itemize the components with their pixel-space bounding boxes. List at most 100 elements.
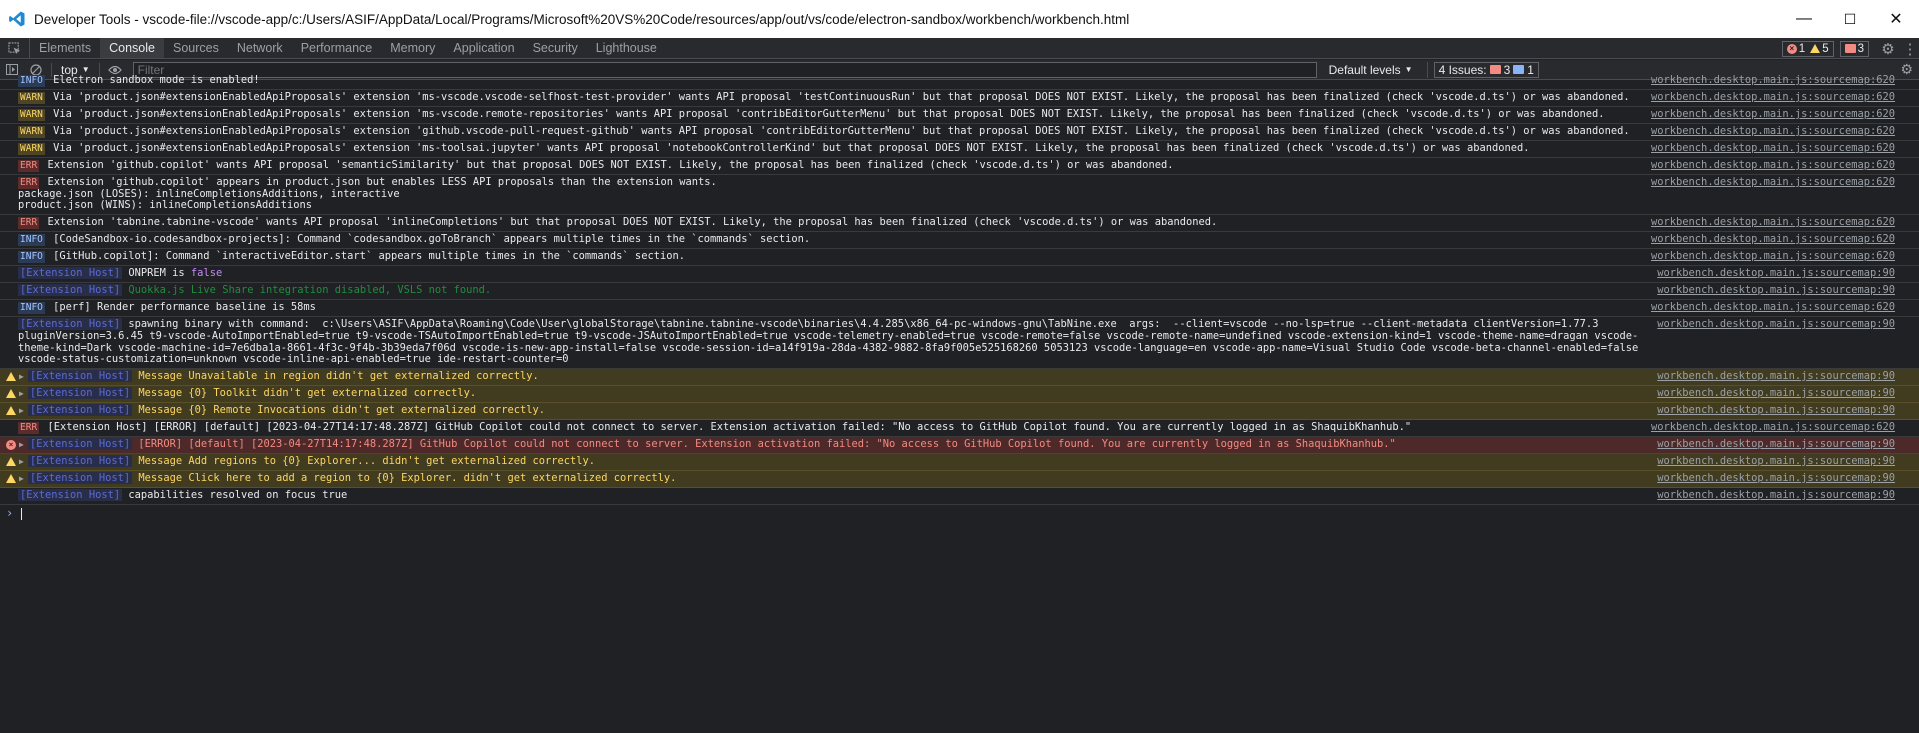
level-badge: WARN bbox=[18, 92, 45, 104]
prompt-chevron-icon: › bbox=[6, 505, 14, 520]
source-link[interactable]: workbench.desktop.main.js:sourcemap:90 bbox=[1657, 489, 1895, 502]
issue-icon bbox=[1844, 44, 1856, 53]
level-badge: WARN bbox=[18, 109, 45, 121]
expand-caret-icon[interactable]: ▶ bbox=[19, 456, 24, 468]
message-text: Message Unavailable in region didn't get… bbox=[138, 369, 539, 382]
level-badge: ERR bbox=[18, 160, 40, 172]
extension-host-tag: [Extension Host] bbox=[28, 403, 133, 416]
error-icon: × bbox=[6, 439, 16, 450]
console-row: INFO [CodeSandbox-io.codesandbox-project… bbox=[0, 232, 1919, 250]
close-button[interactable]: ✕ bbox=[1873, 0, 1919, 38]
vscode-icon bbox=[6, 8, 28, 30]
minimize-button[interactable]: — bbox=[1781, 0, 1827, 38]
source-link[interactable]: workbench.desktop.main.js:sourcemap:620 bbox=[1651, 74, 1895, 87]
message-text: spawning binary with command: c:\Users\A… bbox=[18, 318, 1645, 366]
warning-icon bbox=[6, 388, 16, 398]
level-badge: WARN bbox=[18, 126, 45, 138]
message-text: Message {0} Toolkit didn't get externali… bbox=[138, 386, 477, 399]
expand-caret-icon[interactable]: ▶ bbox=[19, 405, 24, 417]
tab-lighthouse[interactable]: Lighthouse bbox=[587, 38, 666, 58]
extension-host-tag: [Extension Host] bbox=[18, 488, 123, 501]
message-text: Via 'product.json#extensionEnabledApiPro… bbox=[53, 108, 1605, 120]
tab-console[interactable]: Console bbox=[100, 38, 164, 58]
issue-count: 3 bbox=[1857, 42, 1864, 55]
source-link[interactable]: workbench.desktop.main.js:sourcemap:90 bbox=[1657, 438, 1895, 451]
level-badge: INFO bbox=[18, 234, 45, 246]
error-count: 1 bbox=[1798, 42, 1806, 55]
console-row: [Extension Host] ONPREM is false workbenc… bbox=[0, 266, 1919, 284]
source-link[interactable]: workbench.desktop.main.js:sourcemap:620 bbox=[1651, 421, 1895, 434]
source-link[interactable]: workbench.desktop.main.js:sourcemap:90 bbox=[1657, 267, 1895, 280]
source-link[interactable]: workbench.desktop.main.js:sourcemap:620 bbox=[1651, 250, 1895, 263]
console-row: WARN Via 'product.json#extensionEnabledA… bbox=[0, 90, 1919, 107]
expand-caret-icon[interactable]: ▶ bbox=[19, 439, 24, 451]
maximize-button[interactable]: ☐ bbox=[1827, 0, 1873, 38]
tab-performance[interactable]: Performance bbox=[292, 38, 382, 58]
message-text: Via 'product.json#extensionEnabledApiPro… bbox=[53, 91, 1630, 103]
error-icon: × bbox=[1786, 43, 1797, 54]
source-link[interactable]: workbench.desktop.main.js:sourcemap:90 bbox=[1657, 404, 1895, 417]
message-text: [perf] Render performance baseline is 58… bbox=[53, 301, 316, 314]
source-link[interactable]: workbench.desktop.main.js:sourcemap:90 bbox=[1657, 387, 1895, 400]
console-row: WARN Via 'product.json#extensionEnabledA… bbox=[0, 141, 1919, 158]
console-row: [Extension Host] Quokka.js Live Share in… bbox=[0, 283, 1919, 301]
tab-sources[interactable]: Sources bbox=[164, 38, 228, 58]
extension-host-tag: [Extension Host] bbox=[28, 437, 133, 450]
expand-caret-icon[interactable]: ▶ bbox=[19, 371, 24, 383]
level-badge: WARN bbox=[18, 143, 45, 155]
tab-network[interactable]: Network bbox=[228, 38, 292, 58]
source-link[interactable]: workbench.desktop.main.js:sourcemap:620 bbox=[1651, 159, 1895, 172]
console-row: INFO Electron sandbox mode is enabled! wo… bbox=[0, 73, 1919, 90]
tab-application[interactable]: Application bbox=[444, 38, 523, 58]
message-text: [ERROR] [default] [2023-04-27T14:17:48.2… bbox=[138, 437, 1396, 450]
console-prompt[interactable]: › bbox=[0, 505, 1919, 523]
settings-gear-icon[interactable]: ⚙ bbox=[1875, 40, 1901, 58]
warning-icon bbox=[1810, 44, 1821, 53]
source-link[interactable]: workbench.desktop.main.js:sourcemap:620 bbox=[1651, 176, 1895, 189]
console-warning-row[interactable]: ▶ [Extension Host] Message Add regions to… bbox=[0, 453, 1919, 471]
console-row: WARN Via 'product.json#extensionEnabledA… bbox=[0, 124, 1919, 141]
console-row: ERR Extension 'github.copilot' wants API… bbox=[0, 158, 1919, 175]
source-link[interactable]: workbench.desktop.main.js:sourcemap:90 bbox=[1657, 284, 1895, 297]
source-link[interactable]: workbench.desktop.main.js:sourcemap:620 bbox=[1651, 91, 1895, 104]
source-link[interactable]: workbench.desktop.main.js:sourcemap:620 bbox=[1651, 233, 1895, 246]
console-row: ERR Extension 'github.copilot' appears i… bbox=[0, 175, 1919, 216]
inspect-element-icon[interactable] bbox=[0, 38, 30, 58]
extension-host-tag: [Extension Host] bbox=[28, 369, 133, 382]
source-link[interactable]: workbench.desktop.main.js:sourcemap:620 bbox=[1651, 301, 1895, 314]
tab-security[interactable]: Security bbox=[524, 38, 587, 58]
level-badge: INFO bbox=[18, 75, 45, 87]
level-badge: ERR bbox=[18, 421, 40, 434]
message-text: Message Add regions to {0} Explorer... d… bbox=[138, 454, 596, 467]
warning-count: 5 bbox=[1822, 42, 1829, 55]
tab-elements[interactable]: Elements bbox=[30, 38, 100, 58]
more-options-icon[interactable]: ⋮ bbox=[1901, 40, 1919, 58]
source-link[interactable]: workbench.desktop.main.js:sourcemap:90 bbox=[1657, 370, 1895, 383]
message-text: Via 'product.json#extensionEnabledApiPro… bbox=[53, 125, 1630, 137]
source-link[interactable]: workbench.desktop.main.js:sourcemap:90 bbox=[1657, 455, 1895, 468]
source-link[interactable]: workbench.desktop.main.js:sourcemap:90 bbox=[1657, 472, 1895, 485]
source-link[interactable]: workbench.desktop.main.js:sourcemap:620 bbox=[1651, 125, 1895, 138]
expand-caret-icon[interactable]: ▶ bbox=[19, 388, 24, 400]
console-warning-row[interactable]: ▶ [Extension Host] Message {0} Remote Inv… bbox=[0, 402, 1919, 420]
message-text: Extension 'github.copilot' wants API pro… bbox=[47, 159, 1174, 171]
source-link[interactable]: workbench.desktop.main.js:sourcemap:620 bbox=[1651, 108, 1895, 121]
console-warning-row[interactable]: ▶ [Extension Host] Message Unavailable in… bbox=[0, 368, 1919, 386]
source-link[interactable]: workbench.desktop.main.js:sourcemap:90 bbox=[1657, 318, 1895, 331]
message-text: Extension 'tabnine.tabnine-vscode' wants… bbox=[47, 216, 1218, 229]
console-warning-row[interactable]: ▶ [Extension Host] Message {0} Toolkit di… bbox=[0, 385, 1919, 403]
message-text: Via 'product.json#extensionEnabledApiPro… bbox=[53, 142, 1530, 154]
console-row: INFO [perf] Render performance baseline … bbox=[0, 300, 1919, 318]
message-counts-badge[interactable]: × 1 5 bbox=[1781, 40, 1834, 57]
message-text: [CodeSandbox-io.codesandbox-projects]: C… bbox=[53, 233, 811, 246]
source-link[interactable]: workbench.desktop.main.js:sourcemap:620 bbox=[1651, 216, 1895, 229]
level-badge: ERR bbox=[18, 217, 40, 229]
expand-caret-icon[interactable]: ▶ bbox=[19, 473, 24, 485]
tab-memory[interactable]: Memory bbox=[381, 38, 444, 58]
extension-host-tag: [Extension Host] bbox=[28, 471, 133, 484]
warning-icon bbox=[6, 456, 16, 466]
console-error-row[interactable]: × ▶ [Extension Host] [ERROR] [default] [20… bbox=[0, 436, 1919, 454]
source-link[interactable]: workbench.desktop.main.js:sourcemap:620 bbox=[1651, 142, 1895, 155]
console-warning-row[interactable]: ▶ [Extension Host] Message Click here to … bbox=[0, 470, 1919, 488]
issues-count-badge[interactable]: 3 bbox=[1839, 40, 1869, 57]
